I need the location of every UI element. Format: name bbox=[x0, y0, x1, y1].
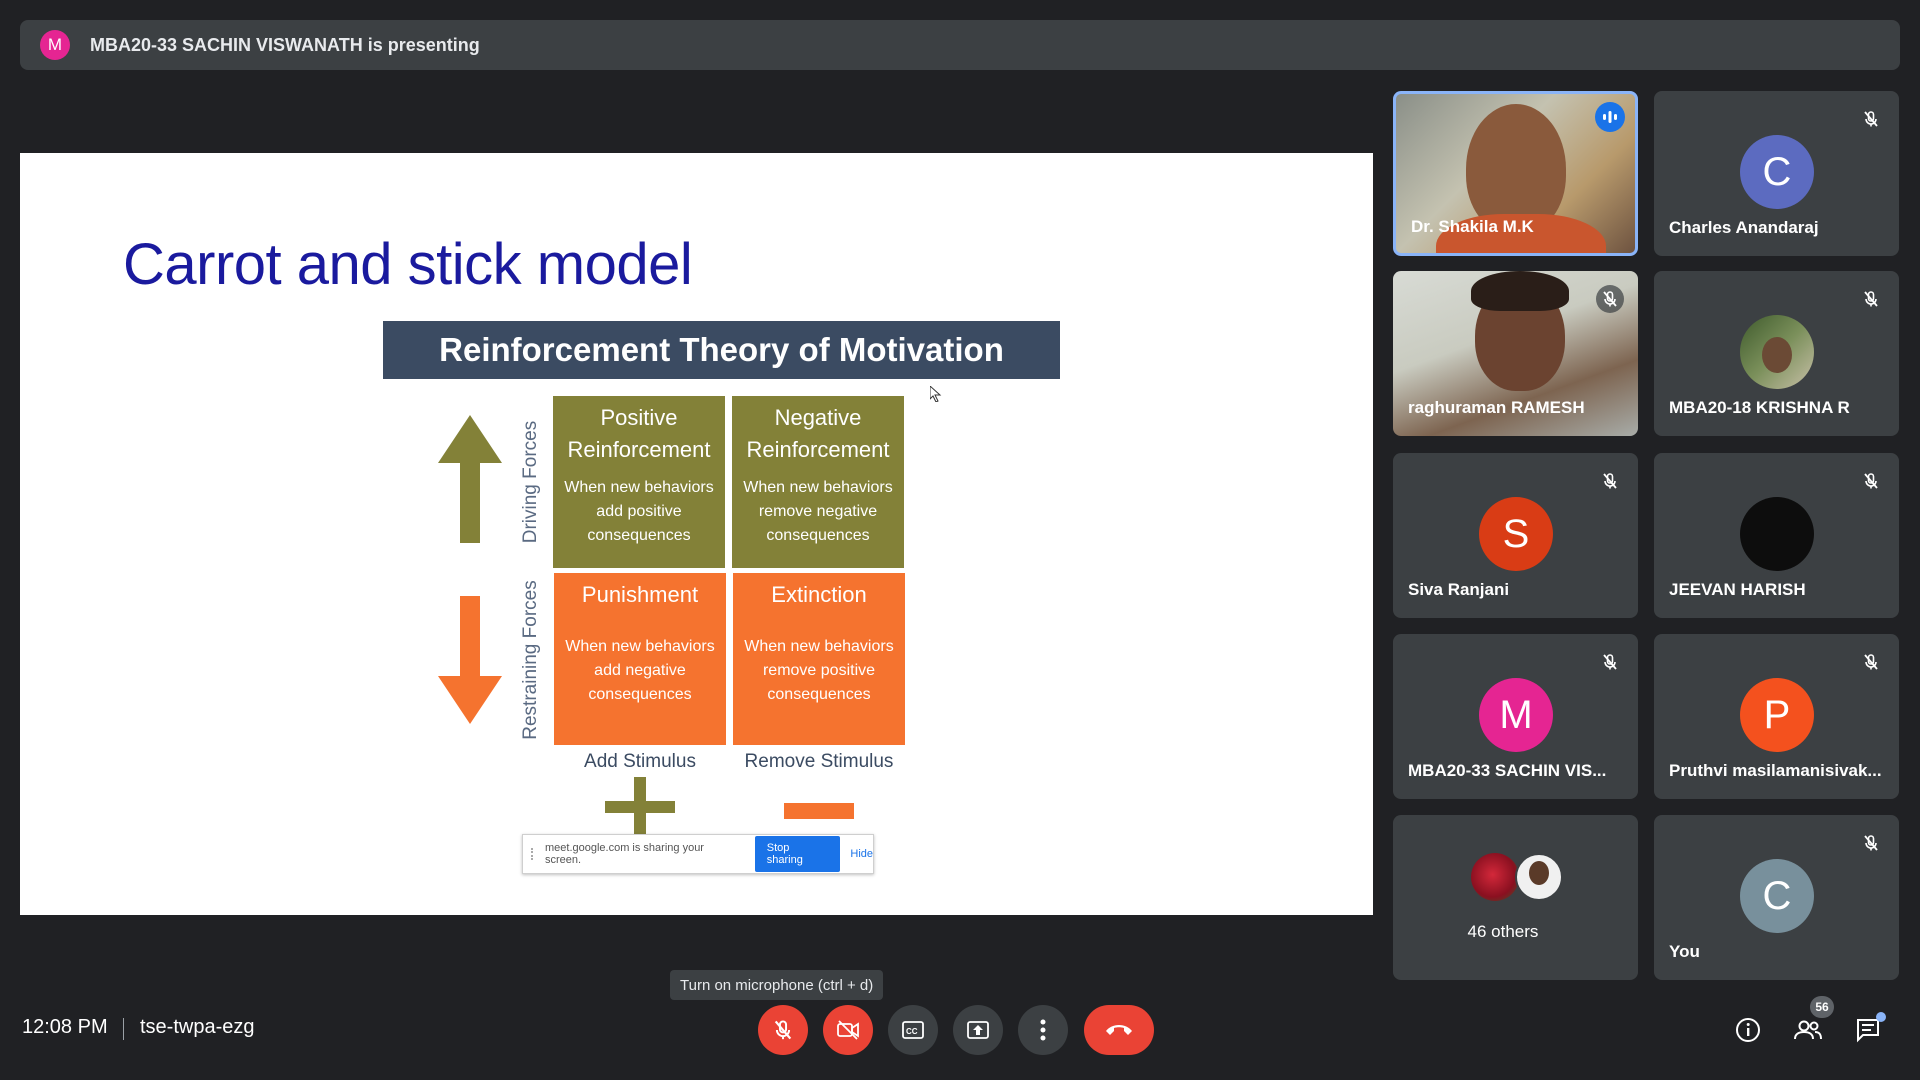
participant-tile[interactable]: S Siva Ranjani bbox=[1393, 453, 1638, 618]
plus-icon bbox=[605, 777, 675, 837]
phone-hangup-icon bbox=[1106, 1025, 1132, 1035]
participant-avatar: S bbox=[1479, 497, 1553, 571]
participant-avatar bbox=[1740, 315, 1814, 389]
others-tile[interactable]: 46 others bbox=[1393, 815, 1638, 980]
captions-button[interactable]: CC bbox=[888, 1005, 938, 1055]
participant-avatar: C bbox=[1740, 859, 1814, 933]
svg-text:CC: CC bbox=[906, 1027, 918, 1036]
participant-name: You bbox=[1669, 942, 1700, 961]
quadrant-description: When new behaviors remove negative conse… bbox=[743, 479, 893, 544]
presenting-text: MBA20-33 SACHIN VISWANATH is presenting bbox=[90, 34, 480, 55]
restraining-forces-label: Restraining Forces bbox=[520, 580, 541, 740]
driving-forces-label: Driving Forces bbox=[520, 420, 541, 544]
screen-share-bar: meet.google.com is sharing your screen. … bbox=[522, 834, 874, 874]
participant-name: raghuraman RAMESH bbox=[1408, 398, 1585, 417]
drag-handle-icon[interactable] bbox=[531, 848, 535, 860]
hide-button[interactable]: Hide bbox=[850, 848, 873, 860]
participant-tile[interactable]: raghuraman RAMESH bbox=[1393, 271, 1638, 436]
present-screen-icon bbox=[967, 1021, 989, 1039]
mic-off-icon bbox=[1857, 467, 1885, 495]
quadrant-negative-reinforcement: Negative Reinforcement When new behavior… bbox=[732, 396, 904, 568]
quadrant-description: When new behaviors add negative conseque… bbox=[565, 638, 715, 703]
participant-name: MBA20-18 KRISHNA R bbox=[1669, 398, 1850, 417]
participant-avatar: M bbox=[1479, 678, 1553, 752]
participant-name: Siva Ranjani bbox=[1408, 580, 1510, 599]
participant-tile[interactable]: JEEVAN HARISH bbox=[1654, 453, 1899, 618]
camera-button[interactable] bbox=[823, 1005, 873, 1055]
quadrant-description: When new behaviors add positive conseque… bbox=[564, 479, 714, 544]
participant-tile[interactable]: M MBA20-33 SACHIN VIS... bbox=[1393, 634, 1638, 799]
divider bbox=[123, 1018, 124, 1040]
participant-tile-self[interactable]: C You bbox=[1654, 815, 1899, 980]
mic-off-icon bbox=[1596, 648, 1624, 676]
info-icon bbox=[1736, 1018, 1760, 1042]
quadrant-title: Negative Reinforcement bbox=[746, 405, 890, 462]
remove-stimulus-label: Remove Stimulus bbox=[744, 751, 894, 772]
quadrant-title: Extinction bbox=[771, 582, 867, 607]
participant-avatar bbox=[1471, 853, 1519, 901]
participant-tile[interactable]: MBA20-18 KRISHNA R bbox=[1654, 271, 1899, 436]
participant-name: Dr. Shakila M.K bbox=[1411, 217, 1534, 236]
share-message: meet.google.com is sharing your screen. bbox=[545, 842, 704, 866]
camera-off-icon bbox=[837, 1020, 859, 1040]
people-icon bbox=[1794, 1020, 1822, 1040]
stop-sharing-button[interactable]: Stop sharing bbox=[754, 836, 841, 872]
meeting-code: tse-twpa-ezg bbox=[140, 1016, 255, 1038]
quadrant-positive-reinforcement: Positive Reinforcement When new behavior… bbox=[553, 396, 725, 568]
microphone-button[interactable] bbox=[758, 1005, 808, 1055]
participant-name: MBA20-33 SACHIN VIS... bbox=[1408, 761, 1607, 780]
quadrant-title: Positive Reinforcement bbox=[567, 405, 711, 462]
participant-tile[interactable]: C Charles Anandaraj bbox=[1654, 91, 1899, 256]
closed-captions-icon: CC bbox=[902, 1021, 924, 1039]
present-button[interactable] bbox=[953, 1005, 1003, 1055]
speaking-indicator-icon bbox=[1595, 102, 1625, 132]
chat-notification-dot bbox=[1876, 1012, 1886, 1022]
quadrant-extinction: Extinction When new behaviors remove pos… bbox=[733, 573, 905, 745]
mic-off-icon bbox=[1596, 467, 1624, 495]
mic-tooltip: Turn on microphone (ctrl + d) bbox=[670, 970, 884, 1000]
leave-call-button[interactable] bbox=[1084, 1005, 1154, 1055]
participant-name: Charles Anandaraj bbox=[1669, 218, 1819, 237]
slide-header: Reinforcement Theory of Motivation bbox=[383, 321, 1060, 379]
mouse-cursor-icon bbox=[930, 386, 942, 402]
video-hair bbox=[1471, 271, 1569, 311]
quadrant-title: Punishment bbox=[581, 582, 699, 607]
mic-off-icon bbox=[1857, 285, 1885, 313]
quadrant-punishment: Punishment When new behaviors add negati… bbox=[554, 573, 726, 745]
quadrant-description: When new behaviors remove positive conse… bbox=[744, 638, 894, 703]
minus-icon bbox=[784, 803, 854, 819]
arrow-down-icon bbox=[438, 596, 502, 724]
others-count: 46 others bbox=[1467, 922, 1539, 941]
clock: 12:08 PM bbox=[22, 1016, 108, 1038]
shared-screen: Carrot and stick model Reinforcement The… bbox=[20, 153, 1373, 915]
mic-off-icon bbox=[1857, 829, 1885, 857]
mic-off-icon bbox=[1596, 285, 1624, 313]
participant-avatar: P bbox=[1740, 678, 1814, 752]
presenter-avatar: M bbox=[40, 30, 70, 60]
participant-name: Pruthvi masilamanisivak... bbox=[1669, 761, 1882, 780]
participant-avatar bbox=[1740, 497, 1814, 571]
slide-title: Carrot and stick model bbox=[123, 232, 693, 297]
more-options-button[interactable] bbox=[1018, 1005, 1068, 1055]
add-stimulus-label: Add Stimulus bbox=[584, 751, 696, 772]
presenting-banner: M MBA20-33 SACHIN VISWANATH is presentin… bbox=[20, 20, 1900, 70]
participant-avatar: C bbox=[1740, 135, 1814, 209]
participant-name: JEEVAN HARISH bbox=[1669, 580, 1806, 599]
mic-off-icon bbox=[1857, 105, 1885, 133]
meeting-info-button[interactable] bbox=[1730, 1012, 1766, 1048]
mic-off-icon bbox=[1857, 648, 1885, 676]
mic-off-icon bbox=[774, 1020, 792, 1040]
more-vert-icon bbox=[1040, 1019, 1046, 1041]
participant-tile[interactable]: P Pruthvi masilamanisivak... bbox=[1654, 634, 1899, 799]
participant-count-badge: 56 bbox=[1810, 996, 1834, 1018]
participant-avatar bbox=[1515, 853, 1563, 901]
arrow-up-icon bbox=[438, 415, 502, 543]
participant-tile[interactable]: Dr. Shakila M.K bbox=[1393, 91, 1638, 256]
